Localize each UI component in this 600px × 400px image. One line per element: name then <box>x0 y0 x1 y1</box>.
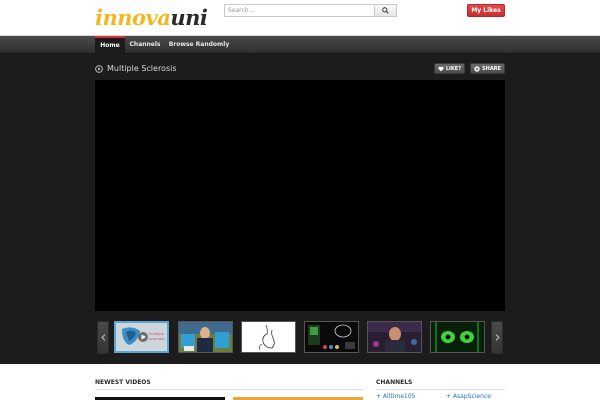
nav-browse-randomly[interactable]: Browse Randomly <box>166 36 232 54</box>
my-likes-button[interactable]: My Likes <box>467 4 505 17</box>
thumbnail-6-image <box>431 322 484 352</box>
share-icon <box>474 65 480 72</box>
thumbnail-6[interactable] <box>430 321 485 353</box>
carousel-next-button[interactable] <box>491 321 503 354</box>
newest-videos-divider <box>95 389 363 390</box>
thumbnail-4-image <box>305 322 358 352</box>
video-title: Multiple Sclerosis <box>107 64 177 73</box>
thumbnail-1-caption: multiple <box>149 332 164 336</box>
thumbnail-3[interactable] <box>241 321 296 353</box>
newest-videos-heading: NEWEST VIDEOS <box>95 379 151 386</box>
carousel-prev-button[interactable] <box>97 321 109 354</box>
share-button[interactable]: SHARE <box>470 63 505 74</box>
channel-link-asapscience[interactable]: + AsapScience <box>446 393 491 400</box>
like-button[interactable]: LIKE? <box>434 63 465 74</box>
thumbnail-1[interactable]: multiple sclerosis <box>114 321 169 353</box>
share-label: SHARE <box>482 65 501 72</box>
search-icon <box>382 7 389 14</box>
thumbnail-1-image: multiple sclerosis <box>116 323 167 351</box>
thumbnail-2[interactable] <box>178 321 233 353</box>
lower-section: NEWEST VIDEOS CHANNELS + Alltime105 + As… <box>0 364 600 400</box>
channels-heading: CHANNELS <box>376 379 413 386</box>
search-button[interactable] <box>374 4 397 17</box>
search-input[interactable] <box>224 4 374 17</box>
svg-text:sclerosis: sclerosis <box>149 337 165 341</box>
nav-channels[interactable]: Channels <box>126 36 164 54</box>
thumbnail-2-image <box>179 322 232 352</box>
site-logo[interactable]: innovauni <box>95 5 208 30</box>
video-player[interactable] <box>95 80 505 311</box>
channel-link-alltime105[interactable]: + Alltime105 <box>376 393 415 400</box>
chevron-right-icon <box>495 334 500 341</box>
chevron-left-icon <box>100 334 105 341</box>
video-title-row: Multiple Sclerosis LIKE? SHARE <box>95 63 505 75</box>
channels-divider <box>376 389 505 390</box>
search-bar <box>224 4 397 17</box>
thumbnail-5[interactable] <box>367 321 422 353</box>
logo-text-uni: uni <box>170 5 208 30</box>
play-circle-icon <box>95 65 103 73</box>
like-label: LIKE? <box>445 65 462 72</box>
thumbnail-3-image <box>242 322 295 352</box>
logo-text-innova: innova <box>95 5 171 30</box>
thumbnail-5-image <box>368 322 421 352</box>
main-nav: Home Channels Browse Randomly <box>0 36 600 54</box>
header: innovauni My Likes <box>0 0 600 36</box>
heart-icon <box>438 66 444 71</box>
thumbnail-4[interactable] <box>304 321 359 353</box>
nav-home[interactable]: Home <box>95 36 125 54</box>
